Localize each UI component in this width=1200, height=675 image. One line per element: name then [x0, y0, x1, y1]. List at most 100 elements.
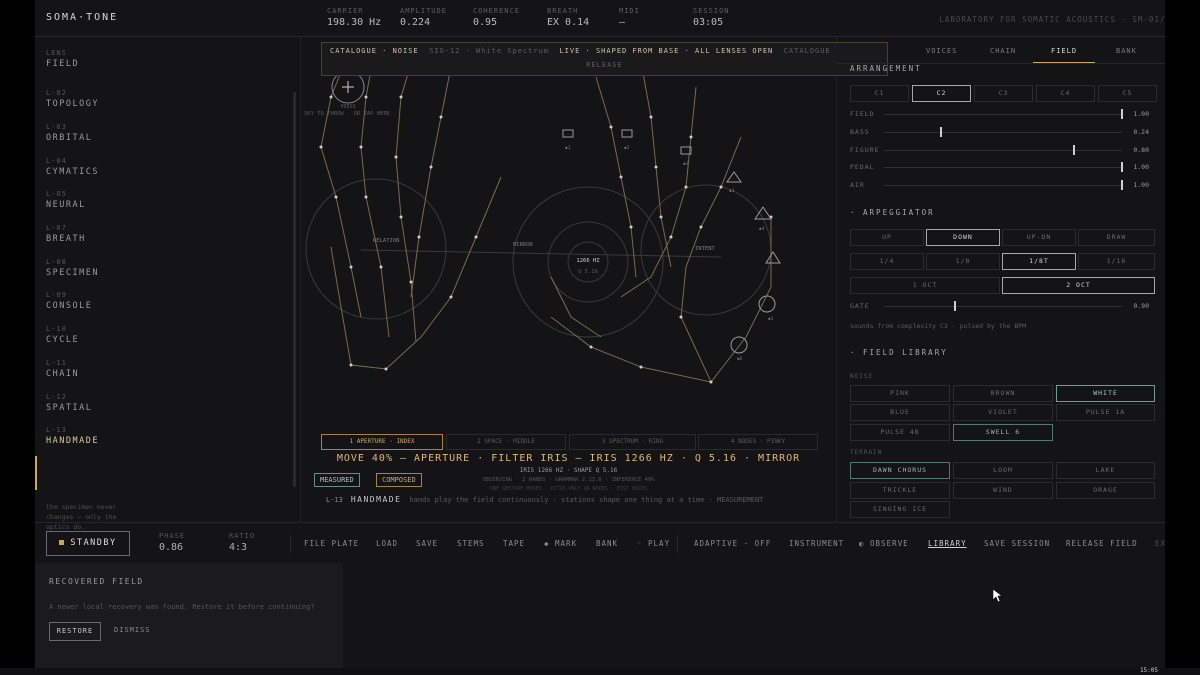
standby-button[interactable]: STANDBY	[46, 531, 130, 556]
lens-item-handmade[interactable]: L-13 HANDMADE	[46, 426, 246, 446]
banner-release[interactable]: RELEASE	[322, 61, 887, 69]
hand-node	[439, 115, 443, 119]
adaptive-toggle[interactable]: ADAPTIVE · OFF	[694, 536, 771, 551]
lens-item-specimen[interactable]: L-08 SPECIMEN	[46, 258, 246, 278]
slider-knob-pedal[interactable]	[1121, 162, 1123, 172]
terrain-singing-ice[interactable]: SINGING ICE	[850, 501, 950, 518]
slider-knob-figure[interactable]	[1073, 145, 1076, 155]
noise-pulse-1a[interactable]: PULSE 1A	[1056, 404, 1155, 421]
terrain-loom[interactable]: LOOM	[953, 462, 1053, 479]
slider-figure[interactable]	[884, 150, 1122, 151]
stems-button[interactable]: STEMS	[457, 536, 485, 551]
slider-air[interactable]	[884, 185, 1122, 186]
instrument-button[interactable]: INSTRUMENT	[789, 536, 844, 551]
arp-dir-updown[interactable]: UP-DN	[1002, 229, 1076, 246]
hand-node	[609, 125, 613, 129]
measured-chip[interactable]: MEASURED	[314, 473, 360, 487]
noise-brown[interactable]: BROWN	[953, 385, 1053, 402]
slider-knob-field[interactable]	[1121, 109, 1123, 119]
hand-node	[589, 345, 593, 349]
observe-button[interactable]: ◐ OBSERVE	[859, 536, 909, 551]
arp-dir-draw[interactable]: DRAW	[1078, 229, 1155, 246]
noise-blue[interactable]: BLUE	[850, 404, 950, 421]
arrangement-c3[interactable]: C3	[974, 85, 1033, 102]
terrain-wind[interactable]: WIND	[953, 482, 1053, 499]
arrangement-c1[interactable]: C1	[850, 85, 909, 102]
hand-node	[719, 185, 723, 189]
tape-button[interactable]: TAPE	[503, 536, 525, 551]
file-plate-button[interactable]: FILE PLATE	[304, 536, 359, 551]
noise-swell-6[interactable]: SWELL 6	[953, 424, 1053, 441]
save-session-button[interactable]: SAVE SESSION	[984, 536, 1050, 551]
arp-octave-2[interactable]: 2 OCT	[1002, 277, 1155, 294]
hand-node	[417, 235, 421, 239]
station-tab-spectrum[interactable]: 3 SPECTRUM · RING	[569, 434, 696, 450]
lens-item-chain[interactable]: L-11 CHAIN	[46, 359, 246, 379]
lens-item-spatial[interactable]: L-12 SPATIAL	[46, 393, 246, 413]
bank-button[interactable]: BANK	[596, 536, 618, 551]
slider-field[interactable]	[884, 114, 1122, 115]
gate-knob[interactable]	[954, 301, 957, 311]
lens-item-neural[interactable]: L-05 NEURAL	[46, 190, 246, 210]
noise-violet[interactable]: VIOLET	[953, 404, 1053, 421]
slider-label-field: FIELD	[850, 110, 875, 118]
terrain-trickle[interactable]: TRICKLE	[850, 482, 950, 499]
lens-item-breath[interactable]: L-07 BREATH	[46, 224, 246, 244]
slider-knob-bass[interactable]	[940, 127, 943, 137]
arrangement-c4[interactable]: C4	[1036, 85, 1095, 102]
arp-dir-down[interactable]: DOWN	[926, 229, 1000, 246]
terrain-lake[interactable]: LAKE	[1056, 462, 1155, 479]
terrain-orage[interactable]: ORAGE	[1056, 482, 1155, 499]
lens-item-topology[interactable]: L-02 TOPOLOGY	[46, 89, 246, 109]
load-button[interactable]: LOAD	[376, 536, 398, 551]
library-button[interactable]: LIBRARY	[928, 536, 967, 551]
composed-chip[interactable]: COMPOSED	[376, 473, 422, 487]
node-icon-1	[562, 129, 574, 138]
noise-pulse-4b[interactable]: PULSE 4B	[850, 424, 950, 441]
slider-knob-air[interactable]	[1121, 180, 1123, 190]
arp-rate-quarter[interactable]: 1/4	[850, 253, 924, 270]
catalogue-banner[interactable]: CATALOGUE · NOISE SIG-12 · White Spectru…	[321, 42, 888, 76]
station-tab-space[interactable]: 2 SPACE · MIDDLE	[446, 434, 566, 450]
arp-dir-up[interactable]: UP	[850, 229, 924, 246]
noise-pink[interactable]: PINK	[850, 385, 950, 402]
arp-octave-1[interactable]: 1 OCT	[850, 277, 1000, 294]
taskbar-clock: 15:05	[1139, 667, 1158, 674]
hand-node	[629, 225, 633, 229]
arp-rate-eighth-triplet[interactable]: 1/8T	[1002, 253, 1076, 270]
terrain-dawn-chorus[interactable]: DAWN CHORUS	[850, 462, 950, 479]
tab-bank[interactable]: BANK	[1116, 47, 1137, 55]
noise-white[interactable]: WHITE	[1056, 385, 1155, 402]
station-tab-aperture[interactable]: 1 APERTURE · INDEX	[321, 434, 443, 450]
arrangement-c5[interactable]: C5	[1098, 85, 1157, 102]
lens-scrollbar[interactable]	[293, 92, 296, 487]
slider-pedal[interactable]	[884, 167, 1122, 168]
lens-item-orbital[interactable]: L-03 ORBITAL	[46, 123, 246, 143]
lens-item-field[interactable]: LENS FIELD	[46, 49, 246, 69]
play-button[interactable]: ◦ PLAY	[637, 536, 670, 551]
save-button[interactable]: SAVE	[416, 536, 438, 551]
tab-field[interactable]: FIELD	[1051, 47, 1077, 55]
slider-bass[interactable]	[884, 132, 1122, 133]
dismiss-button[interactable]: DISMISS	[114, 626, 151, 634]
lens-item-cymatics[interactable]: L-04 CYMATICS	[46, 157, 246, 177]
lens-item-console[interactable]: L-09 CONSOLE	[46, 291, 246, 311]
gate-slider[interactable]	[884, 306, 1122, 307]
mark-button[interactable]: ◆ MARK	[544, 536, 577, 551]
hand-tracking-canvas[interactable]: PRESS SKY TO THROW · OR TAP HERE ◆1 ◆2 ◆…	[301, 37, 836, 432]
station-tab-nodes[interactable]: 4 NODES · PINKY	[698, 434, 818, 450]
hand-node	[359, 145, 363, 149]
node-label-2: ◆2	[624, 145, 630, 151]
lens-item-cycle[interactable]: L-10 CYCLE	[46, 325, 246, 345]
restore-button[interactable]: RESTORE	[49, 622, 101, 641]
tab-chain[interactable]: CHAIN	[990, 47, 1016, 55]
release-field-button[interactable]: RELEASE FIELD	[1066, 536, 1138, 551]
arp-rate-eighth[interactable]: 1/8	[926, 253, 1000, 270]
os-taskbar: 15:05	[0, 667, 1200, 675]
exit-button[interactable]: EXIT	[1155, 536, 1165, 551]
transport-bar: STANDBY PHASE 0.86 RATIO 4:3 FILE PLATE LO…	[35, 522, 1165, 563]
tab-voices[interactable]: VOICES	[926, 47, 957, 55]
arp-rate-sixteenth[interactable]: 1/16	[1078, 253, 1155, 270]
field-library-title: · FIELD LIBRARY	[850, 348, 948, 357]
arrangement-c2[interactable]: C2	[912, 85, 971, 102]
